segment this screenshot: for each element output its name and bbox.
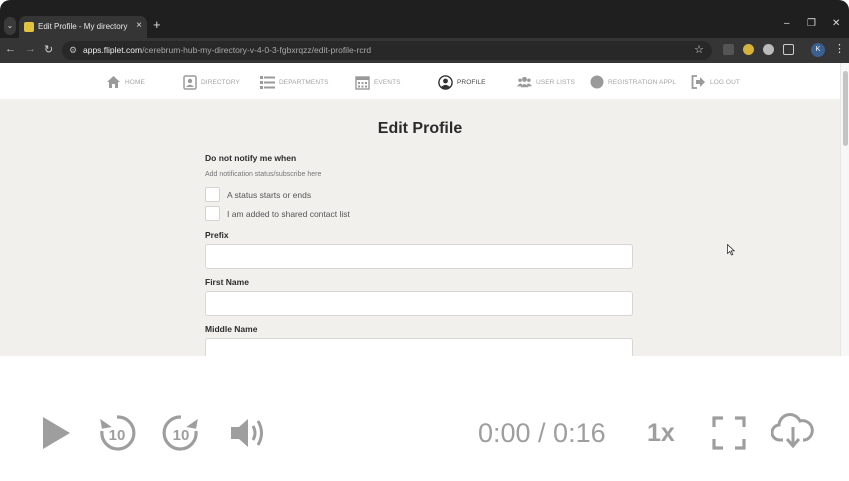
address-bar[interactable]: ⚙ apps.fliplet.com/cerebrum-hub-my-direc… [62,41,712,60]
play-button[interactable] [38,414,74,452]
mouse-pointer-icon [727,244,735,256]
extension-icon[interactable] [763,44,774,55]
home-icon [106,75,121,90]
extension-icon[interactable] [723,44,734,55]
new-tab-button[interactable]: + [153,17,161,32]
reload-icon[interactable]: ↻ [44,43,53,56]
users-icon [517,75,532,90]
fullscreen-button[interactable] [711,415,747,451]
middle-name-input[interactable] [205,338,633,356]
shared-list-checkbox[interactable] [205,206,220,221]
download-button[interactable] [771,412,815,452]
nav-label: REGISTRATION APPL [608,78,677,86]
list-icon [260,75,275,90]
nav-label: USER LISTS [536,78,575,86]
forward-10-icon: 10 [162,415,198,451]
close-tab-icon[interactable]: × [136,20,142,31]
contact-card-icon [182,74,197,90]
nav-item-departments[interactable]: DEPARTMENTS [260,73,329,91]
url-path: /cerebrum-hub-my-directory-v-4-0-3-fgbxr… [142,45,372,55]
nav-item-events[interactable]: EVENTS [355,73,401,91]
nav-item-profile[interactable]: PROFILE [438,73,486,91]
address-row: ← → ↻ ⚙ apps.fliplet.com/cerebrum-hub-my… [0,38,849,63]
time-display: 0:00 / 0:16 [478,418,606,448]
notify-label: Do not notify me when [205,153,297,163]
nav-label: PROFILE [457,78,486,86]
page-viewport: HOME DIRECTORY DEPARTMENTS EVENTS PROFIL… [0,63,849,356]
calendar-icon [355,75,370,90]
play-icon [43,417,70,449]
shared-list-checkbox-label[interactable]: I am added to shared contact list [227,209,350,219]
user-circle-icon [438,74,453,90]
bookmark-star-icon[interactable]: ☆ [694,43,704,56]
first-name-label: First Name [205,277,249,287]
scrollbar-thumb[interactable] [843,71,848,146]
tab-bar: ⌄ Edit Profile - My directory (v4.0 × + … [0,14,849,38]
nav-item-registration[interactable]: REGISTRATION APPL [589,73,676,91]
url-domain: apps.fliplet.com [83,45,143,55]
nav-label: LOG OUT [710,78,740,86]
prefix-label: Prefix [205,230,229,240]
nav-item-user-lists[interactable]: USER LISTS [517,73,575,91]
rewind-10-button[interactable]: 10 [97,411,137,453]
nav-item-directory[interactable]: DIRECTORY [182,73,240,91]
cloud-download-icon [771,413,814,449]
first-name-input[interactable] [205,291,633,316]
restore-icon[interactable]: ❐ [807,18,816,29]
prefix-input[interactable] [205,244,633,269]
profile-avatar[interactable]: K [811,43,825,57]
sign-out-icon [691,75,706,90]
playback-speed-button[interactable]: 1x [647,419,675,448]
tab-title: Edit Profile - My directory (v4.0 [38,22,130,31]
browser-window: ⌄ Edit Profile - My directory (v4.0 × + … [0,0,849,356]
svg-text:10: 10 [173,427,190,444]
browser-tab[interactable]: Edit Profile - My directory (v4.0 × [19,16,147,38]
back-icon[interactable]: ← [5,43,16,55]
page-scrollbar[interactable] [840,63,849,356]
browser-menu-icon[interactable]: ⋮ [834,42,845,55]
nav-item-log-out[interactable]: LOG OUT [691,73,740,91]
svg-text:10: 10 [109,427,126,444]
status-checkbox-label[interactable]: A status starts or ends [227,190,311,200]
middle-name-label: Middle Name [205,324,258,334]
tab-search-button[interactable]: ⌄ [4,17,16,35]
circle-icon [589,75,604,90]
site-info-icon[interactable]: ⚙ [69,45,77,56]
nav-item-home[interactable]: HOME [106,73,145,91]
nav-label: EVENTS [374,78,401,86]
url-text: apps.fliplet.com/cerebrum-hub-my-directo… [83,45,371,55]
favicon-icon [24,22,34,32]
page-title: Edit Profile [377,120,463,137]
forward-icon[interactable]: → [25,43,36,55]
close-window-icon[interactable]: ✕ [832,18,840,29]
fullscreen-icon [712,416,746,450]
volume-icon [231,419,263,447]
minimize-icon[interactable]: – [784,18,790,29]
volume-button[interactable] [229,416,269,450]
nav-label: DIRECTORY [201,78,240,86]
rewind-10-icon: 10 [100,415,136,451]
notify-hint: Add notification status/subscribe here [205,171,322,178]
extension-icon[interactable] [743,44,754,55]
top-navigation: HOME DIRECTORY DEPARTMENTS EVENTS PROFIL… [0,63,840,99]
forward-10-button[interactable]: 10 [161,411,201,453]
nav-label: DEPARTMENTS [279,78,329,86]
nav-label: HOME [125,78,145,86]
status-checkbox[interactable] [205,187,220,202]
extensions-puzzle-icon[interactable] [783,44,794,55]
